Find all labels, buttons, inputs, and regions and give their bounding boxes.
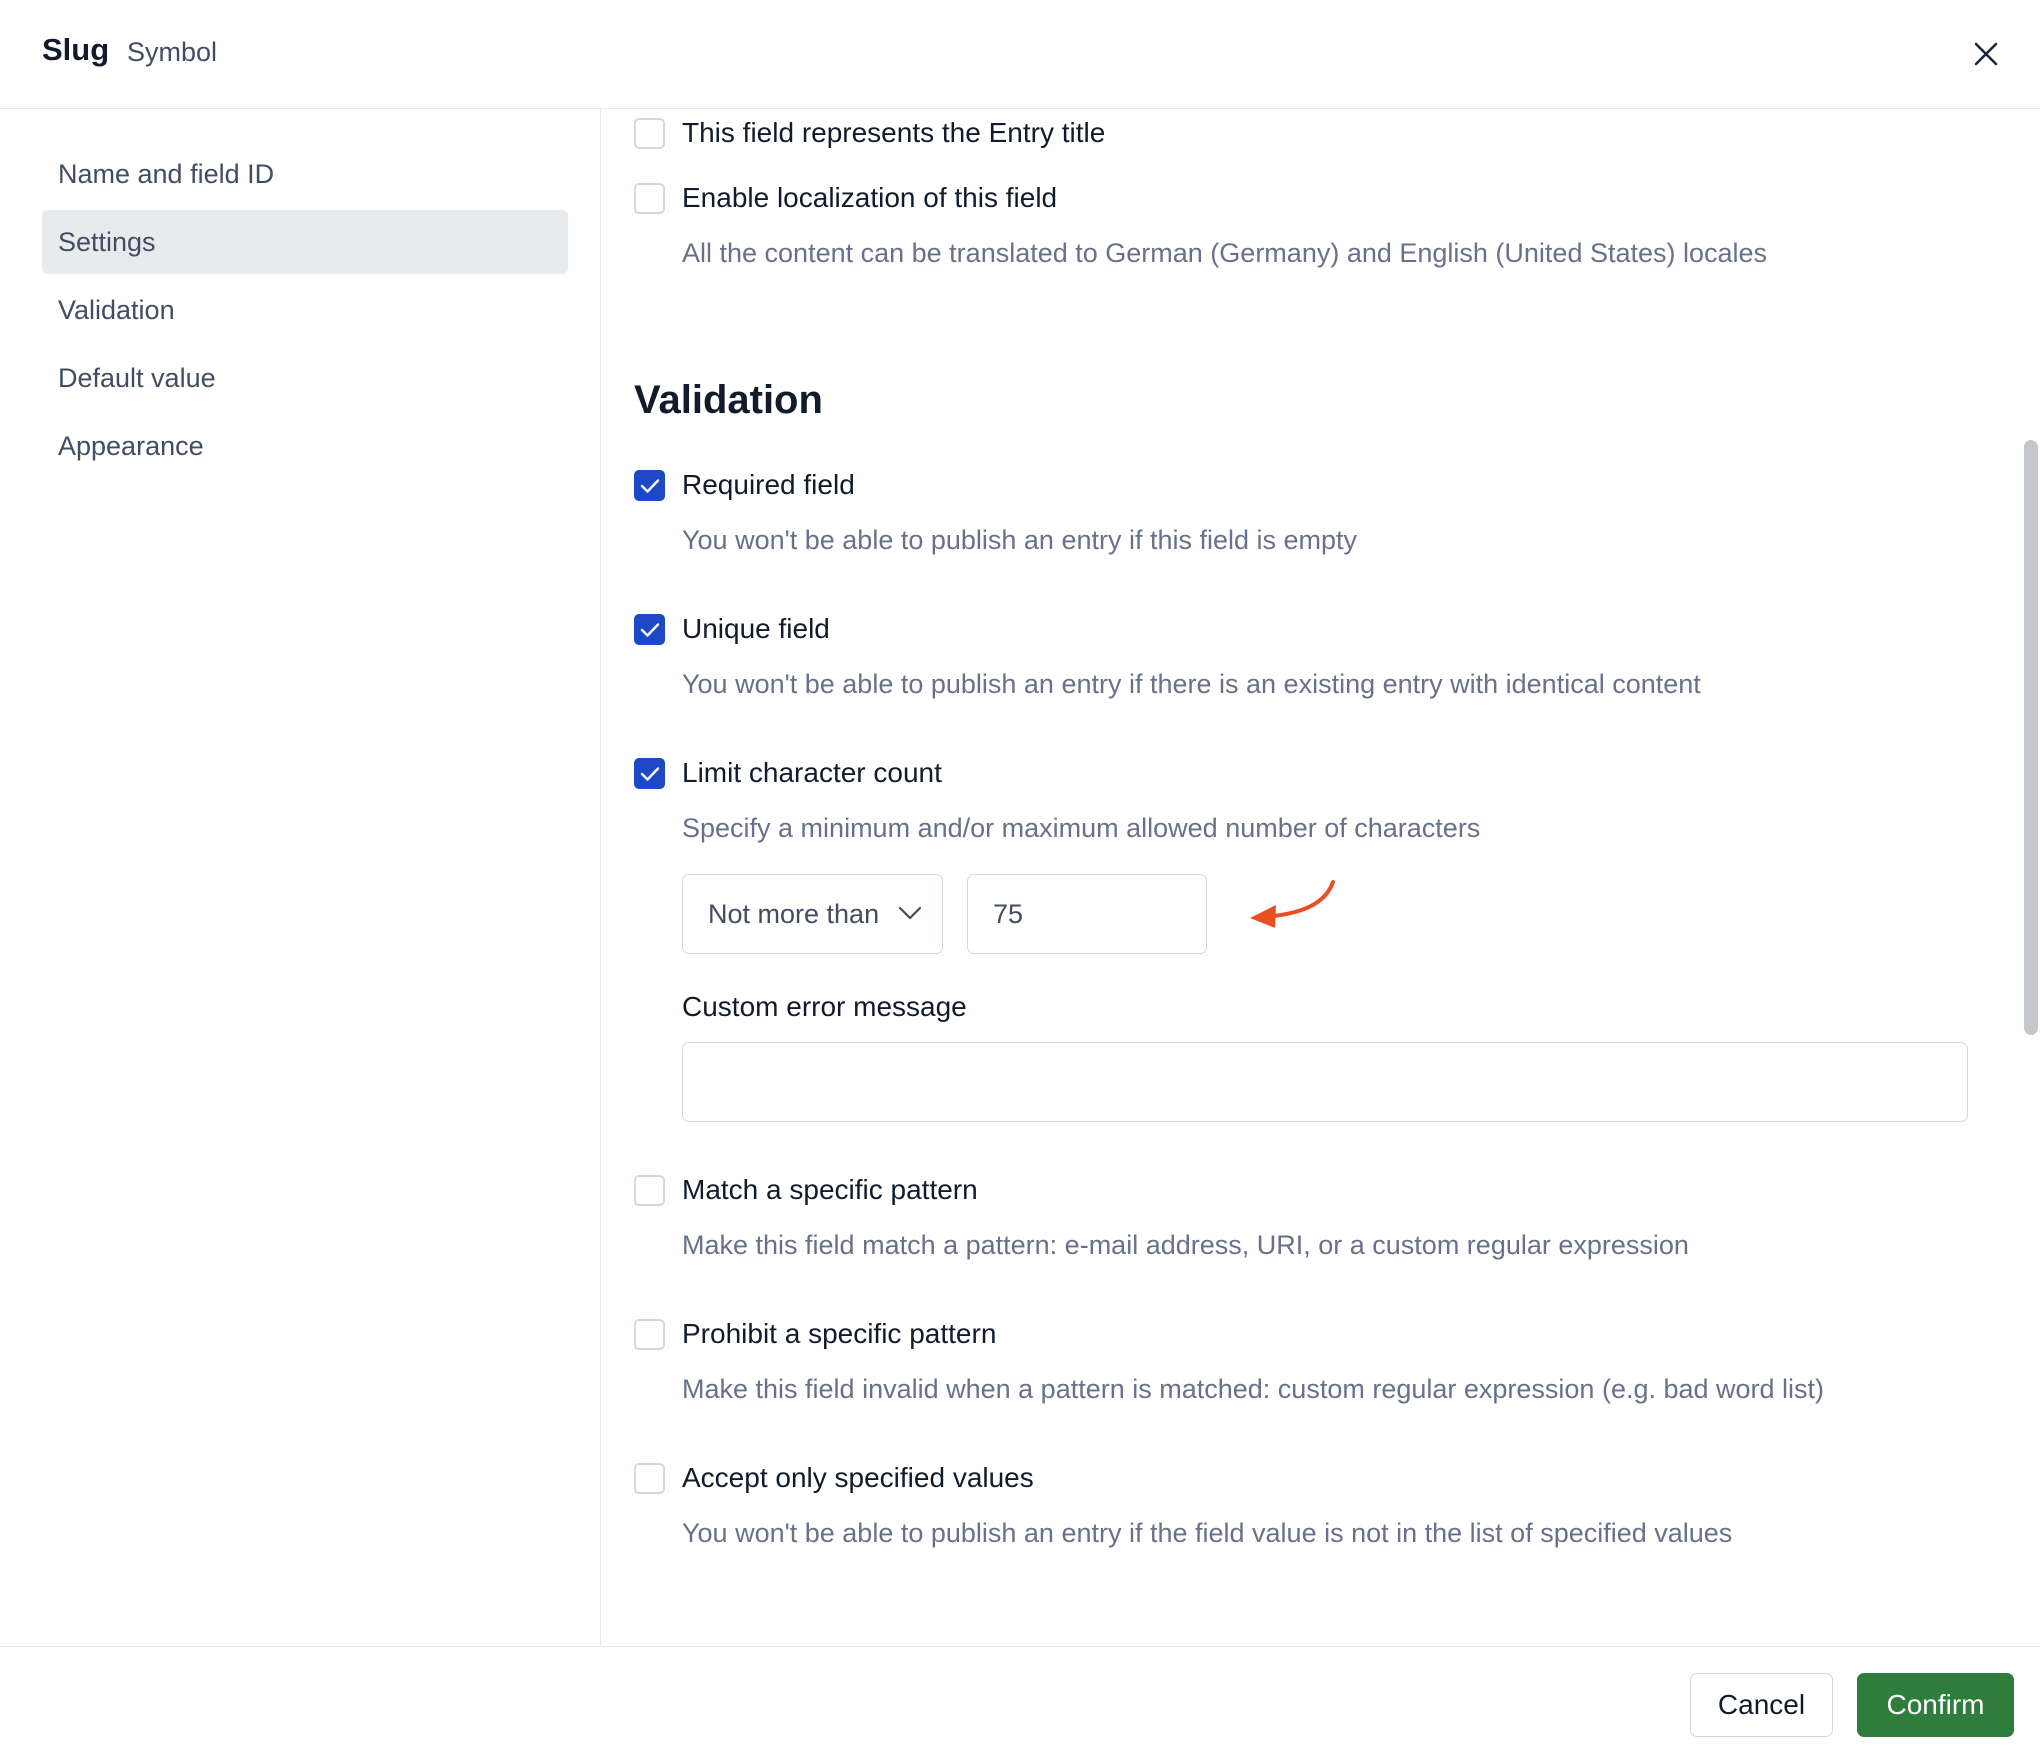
match-pattern-checkbox[interactable] xyxy=(634,1175,665,1206)
entry-title-checkbox[interactable] xyxy=(634,118,665,149)
cancel-button[interactable]: Cancel xyxy=(1690,1673,1833,1737)
custom-error-message-input[interactable] xyxy=(682,1042,1968,1122)
content-scrollbar[interactable] xyxy=(2024,440,2038,1035)
close-button[interactable] xyxy=(1964,32,2008,76)
limit-character-count-checkbox[interactable] xyxy=(634,758,665,789)
match-pattern-help: Make this field match a pattern: e-mail … xyxy=(682,1230,1689,1260)
unique-field-label: Unique field xyxy=(682,613,830,644)
localization-label: Enable localization of this field xyxy=(682,182,1058,213)
limit-character-count-help: Specify a minimum and/or maximum allowed… xyxy=(682,813,1481,843)
limit-value-input[interactable] xyxy=(967,874,1207,954)
localization-checkbox[interactable] xyxy=(634,183,665,214)
sidebar-nav: Name and field ID Settings Validation De… xyxy=(0,109,601,1646)
check-icon xyxy=(640,622,659,637)
match-pattern-label: Match a specific pattern xyxy=(682,1174,978,1205)
validation-heading: Validation xyxy=(634,378,823,422)
check-icon xyxy=(640,478,659,493)
field-name-title: Slug xyxy=(42,32,110,67)
sidebar-item-name-and-field-id[interactable]: Name and field ID xyxy=(42,142,568,206)
sidebar-item-settings[interactable]: Settings xyxy=(42,210,568,274)
annotation-arrow-icon xyxy=(1250,880,1335,928)
required-field-help: You won't be able to publish an entry if… xyxy=(682,525,1358,555)
close-icon xyxy=(1974,42,1998,66)
chevron-down-icon xyxy=(898,906,922,920)
sidebar-item-appearance[interactable]: Appearance xyxy=(42,414,568,478)
modal-header: Slug Symbol xyxy=(0,0,2040,109)
prohibit-pattern-help: Make this field invalid when a pattern i… xyxy=(682,1374,1825,1404)
accept-values-help: You won't be able to publish an entry if… xyxy=(682,1518,1733,1548)
field-type-subtitle: Symbol xyxy=(127,37,218,67)
sidebar-item-default-value[interactable]: Default value xyxy=(42,346,568,410)
sidebar-item-validation[interactable]: Validation xyxy=(42,278,568,342)
entry-title-label: This field represents the Entry title xyxy=(682,117,1106,148)
limit-character-count-label: Limit character count xyxy=(682,757,942,788)
modal-footer: Cancel Confirm xyxy=(0,1646,2040,1754)
required-field-label: Required field xyxy=(682,469,855,500)
confirm-button[interactable]: Confirm xyxy=(1857,1673,2014,1737)
accept-values-checkbox[interactable] xyxy=(634,1463,665,1494)
limit-condition-select[interactable]: Not more than xyxy=(682,874,943,954)
prohibit-pattern-label: Prohibit a specific pattern xyxy=(682,1318,997,1349)
limit-condition-value: Not more than xyxy=(708,898,880,929)
required-field-checkbox[interactable] xyxy=(634,470,665,501)
custom-error-message-label: Custom error message xyxy=(682,991,967,1022)
unique-field-help: You won't be able to publish an entry if… xyxy=(682,669,1701,699)
prohibit-pattern-checkbox[interactable] xyxy=(634,1319,665,1350)
check-icon xyxy=(640,766,659,781)
accept-values-label: Accept only specified values xyxy=(682,1462,1034,1493)
localization-help: All the content can be translated to Ger… xyxy=(682,238,1768,268)
unique-field-checkbox[interactable] xyxy=(634,614,665,645)
